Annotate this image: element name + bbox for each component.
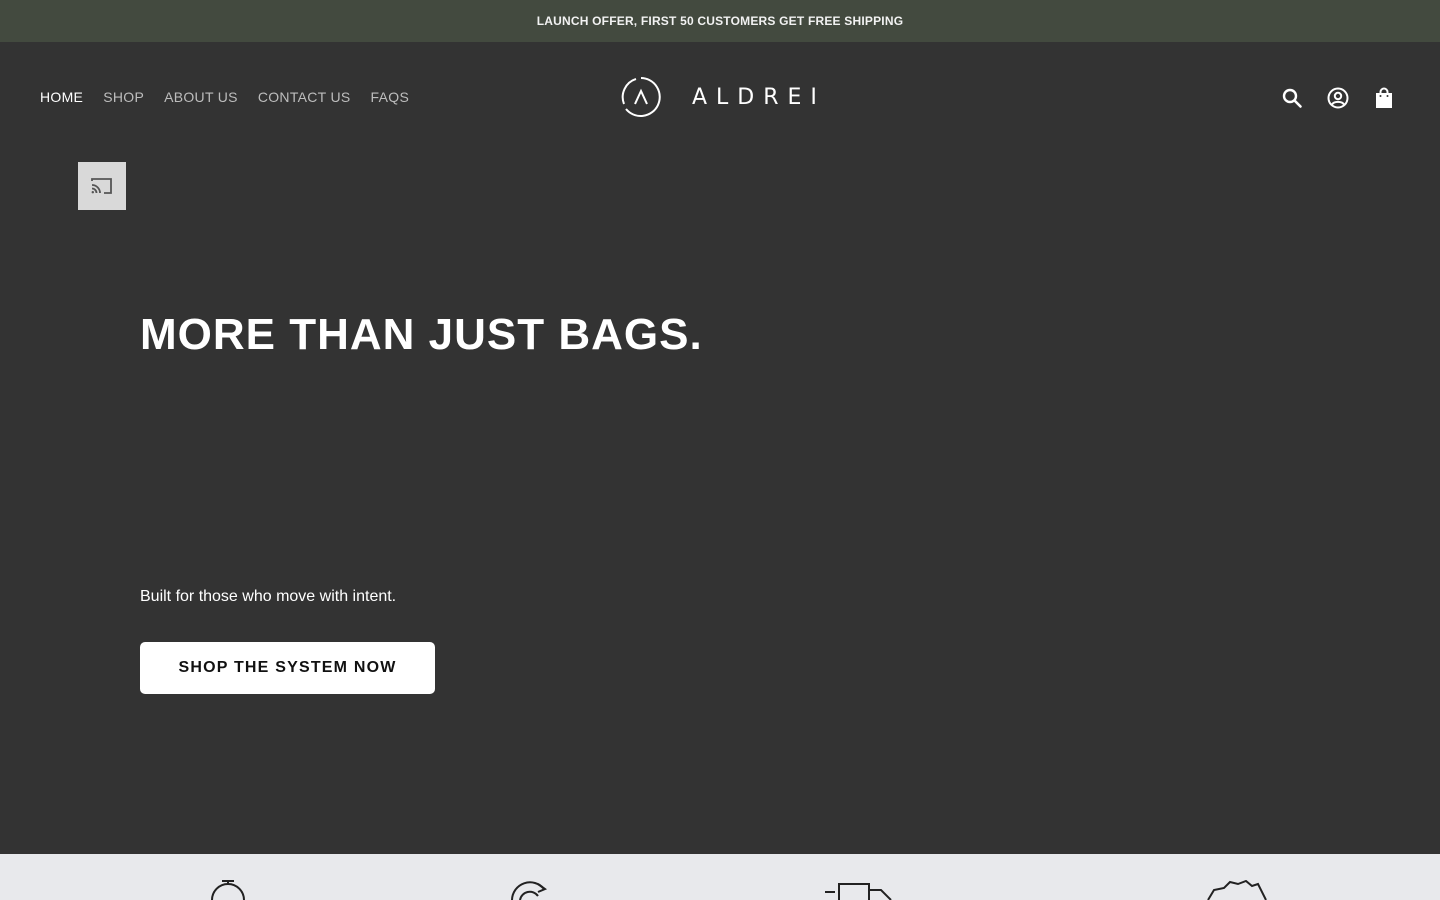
site-logo[interactable]: ALDREI [620,76,826,118]
cart-icon [1376,87,1392,108]
recycle-icon [511,881,548,900]
stopwatch-icon [211,880,245,900]
site-header: HOME SHOP ABOUT US CONTACT US FAQS ALDRE… [0,42,1440,154]
hero-title: MORE THAN JUST BAGS. [140,310,703,359]
announcement-bar: LAUNCH OFFER, FIRST 50 CUSTOMERS GET FRE… [0,0,1440,42]
hero-subtitle: Built for those who move with intent. [140,588,397,605]
search-button[interactable] [1280,86,1304,110]
account-icon [1327,87,1349,109]
cast-button[interactable] [78,162,126,210]
announcement-text: LAUNCH OFFER, FIRST 50 CUSTOMERS GET FRE… [536,14,904,28]
nav-item-about-us[interactable]: ABOUT US [164,89,238,105]
logo-wordmark: ALDREI [692,84,826,110]
header-actions [1280,86,1396,110]
australia-map-icon [1207,880,1267,900]
delivery-truck-icon [825,883,892,900]
main-nav: HOME SHOP ABOUT US CONTACT US FAQS [40,89,409,105]
nav-item-home[interactable]: HOME [40,89,83,105]
shop-system-button-label: SHOP THE SYSTEM NOW [178,659,397,676]
search-icon [1282,88,1302,108]
aldrei-logo-icon [621,77,661,117]
shop-system-button[interactable]: SHOP THE SYSTEM NOW [140,642,435,694]
cart-button[interactable] [1372,86,1396,110]
nav-item-faqs[interactable]: FAQS [371,89,410,105]
cast-icon [91,178,112,194]
features-strip [0,854,1440,900]
nav-item-contact-us[interactable]: CONTACT US [258,89,351,105]
nav-item-shop[interactable]: SHOP [103,89,144,105]
account-button[interactable] [1326,86,1350,110]
